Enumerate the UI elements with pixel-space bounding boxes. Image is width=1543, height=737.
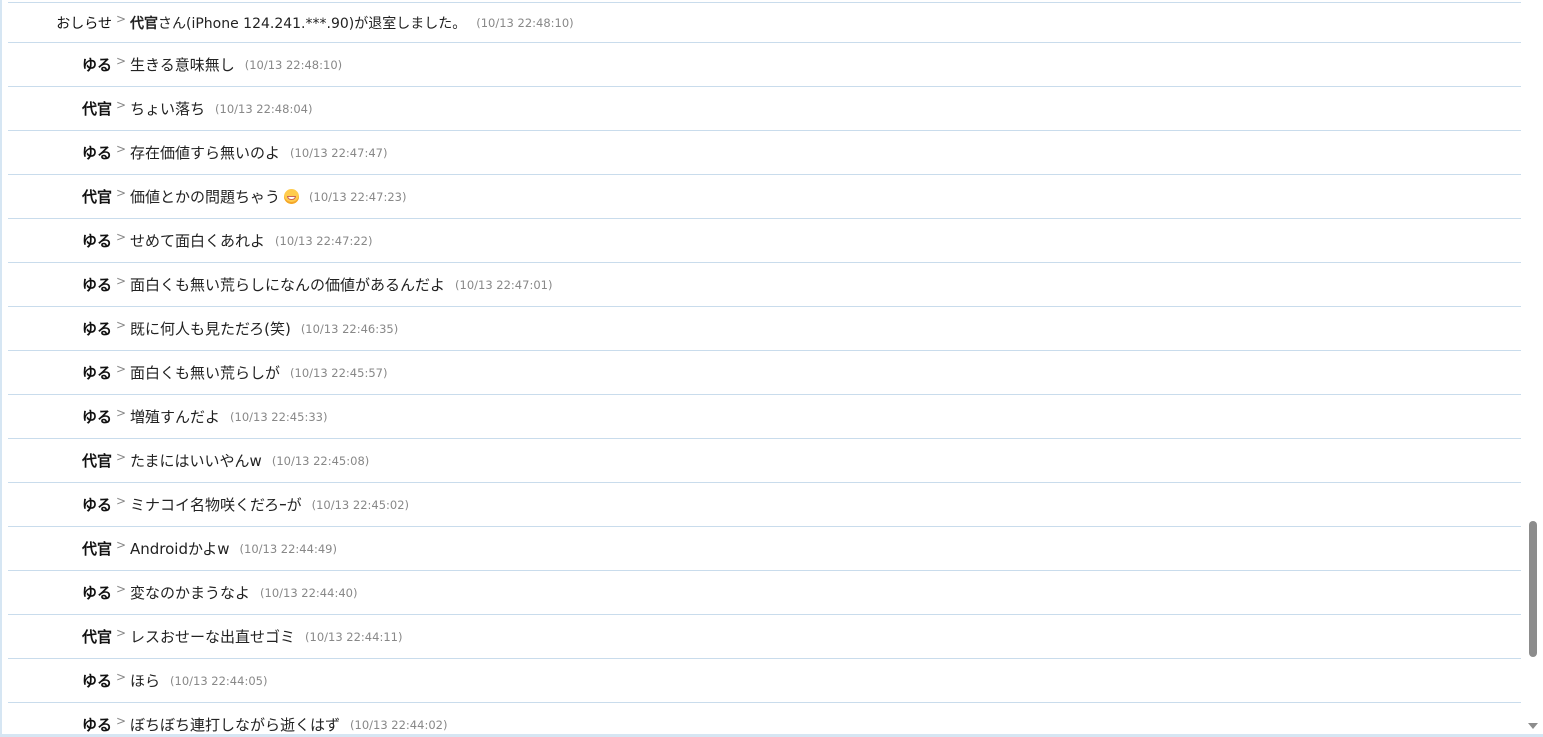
separator: > [115,625,127,640]
chat-message: ゆる > 面白くも無い荒らしが (10/13 22:45:57) [8,351,1521,395]
separator: > [115,229,127,244]
message-timestamp: (10/13 22:44:05) [170,673,268,688]
chat-message: ゆる > 変なのかまうなよ (10/13 22:44:40) [8,571,1521,615]
message-timestamp: (10/13 22:45:08) [271,453,370,468]
message-author[interactable]: ゆる [8,362,112,383]
message-timestamp: (10/13 22:44:11) [305,629,403,644]
message-author[interactable]: ゆる [8,582,112,603]
separator: > [115,11,127,26]
message-author[interactable]: ゆる [8,142,112,163]
separator: > [115,713,127,728]
separator: > [115,449,127,464]
message-author[interactable]: 代官 [8,98,112,119]
message-timestamp: (10/13 22:45:57) [290,365,388,380]
scrollbar-thumb[interactable] [1529,521,1537,657]
message-body: 価値とかの問題ちゃう [130,188,281,206]
message-author[interactable]: 代官 [8,186,112,207]
message-text: 変なのかまうなよ [130,584,251,602]
message-text: レスおせーな出直せゴミ [130,628,296,646]
message-timestamp: (10/13 22:48:10) [476,15,574,30]
grinning-face-emoji-icon [284,189,300,204]
message-author[interactable]: ゆる [8,714,112,734]
message-timestamp: (10/13 22:46:35) [300,321,399,336]
message-author[interactable]: ゆる [8,54,112,75]
message-text: Androidかよw [130,540,230,558]
separator: > [115,537,127,552]
message-text: 面白くも無い荒らしになんの価値があるんだよ [130,276,446,294]
message-text: ミナコイ名物咲くだろｰが [130,496,302,514]
separator: > [115,273,127,288]
message-body: さん(iPhone 124.241.***.90)が退室しました。 [158,15,467,32]
vertical-scrollbar[interactable] [1528,0,1538,734]
separator: > [115,317,127,332]
message-author[interactable]: ゆる [8,494,112,515]
message-text: 代官さん(iPhone 124.241.***.90)が退室しました。 [130,13,466,33]
message-text: 既に何人も見ただろ(笑) [130,320,291,338]
chat-message: ゆる > せめて面白くあれよ (10/13 22:47:22) [8,219,1521,263]
separator: > [115,361,127,376]
separator: > [115,405,127,420]
message-timestamp: (10/13 22:44:02) [350,717,448,732]
message-timestamp: (10/13 22:47:47) [290,145,388,160]
message-author[interactable]: 代官 [8,626,112,647]
chat-message: ゆる > ミナコイ名物咲くだろｰが (10/13 22:45:02) [8,483,1521,527]
separator: > [115,493,127,508]
message-author[interactable]: ゆる [8,406,112,427]
chat-message: 代官 > 価値とかの問題ちゃう (10/13 22:47:23) [8,175,1521,219]
message-text: せめて面白くあれよ [130,232,266,250]
separator: > [115,669,127,684]
message-author[interactable]: 代官 [8,450,112,471]
message-text: 生きる意味無し [130,56,235,74]
message-timestamp: (10/13 22:47:01) [455,277,553,292]
message-author[interactable]: ゆる [8,274,112,295]
message-timestamp: (10/13 22:48:10) [244,57,343,72]
message-author: おしらせ [56,15,112,32]
message-text: 面白くも無い荒らしが [130,364,281,382]
chat-message: 代官 > Androidかよw (10/13 22:44:49) [8,527,1521,571]
chat-message: ゆる > 既に何人も見ただろ(笑) (10/13 22:46:35) [8,307,1521,351]
message-author[interactable]: ゆる [8,230,112,251]
message-timestamp: (10/13 22:47:23) [309,189,407,204]
message-author[interactable]: ゆる [8,318,112,339]
message-text: ぼちぼち連打しながら逝くはず [130,716,341,734]
chat-message: ゆる > 増殖すんだよ (10/13 22:45:33) [8,395,1521,439]
chat-message: ゆる > ほら (10/13 22:44:05) [8,659,1521,703]
message-text: 増殖すんだよ [130,408,221,426]
message-text: たまにはいいやんw [130,452,262,470]
chat-message: ゆる > 生きる意味無し (10/13 22:48:10) [8,43,1521,87]
chat-message: 代官 > ちょい落ち (10/13 22:48:04) [8,87,1521,131]
message-author[interactable]: ゆる [8,670,112,691]
separator: > [115,141,127,156]
chat-message: ゆる > 存在価値すら無いのよ (10/13 22:47:47) [8,131,1521,175]
message-user-name: 代官 [130,15,158,32]
message-text: ほら [130,672,161,690]
chat-message-notice: おしらせ > 代官さん(iPhone 124.241.***.90)が退室しまし… [8,3,1521,43]
message-text: 存在価値すら無いのよ [130,144,281,162]
chat-window: おしらせ > 代官さん(iPhone 124.241.***.90)が退室しまし… [0,0,1543,737]
chevron-down-icon[interactable] [1528,723,1538,729]
separator: > [115,97,127,112]
message-text: ちょい落ち [130,100,206,118]
message-author[interactable]: 代官 [8,538,112,559]
message-timestamp: (10/13 22:45:02) [311,497,410,512]
chat-message: 代官 > レスおせーな出直せゴミ (10/13 22:44:11) [8,615,1521,659]
message-timestamp: (10/13 22:44:49) [239,541,337,556]
message-timestamp: (10/13 22:48:04) [215,101,313,116]
chat-message: ゆる > ぼちぼち連打しながら逝くはず (10/13 22:44:02) [8,703,1521,735]
separator: > [115,581,127,596]
message-timestamp: (10/13 22:44:40) [260,585,358,600]
separator: > [115,185,127,200]
message-text: 価値とかの問題ちゃう [130,186,300,207]
separator: > [115,53,127,68]
message-timestamp: (10/13 22:45:33) [230,409,328,424]
chat-message: 代官 > たまにはいいやんw (10/13 22:45:08) [8,439,1521,483]
message-timestamp: (10/13 22:47:22) [275,233,373,248]
chat-message: ゆる > 面白くも無い荒らしになんの価値があるんだよ (10/13 22:47:… [8,263,1521,307]
chat-log: おしらせ > 代官さん(iPhone 124.241.***.90)が退室しまし… [8,0,1521,735]
